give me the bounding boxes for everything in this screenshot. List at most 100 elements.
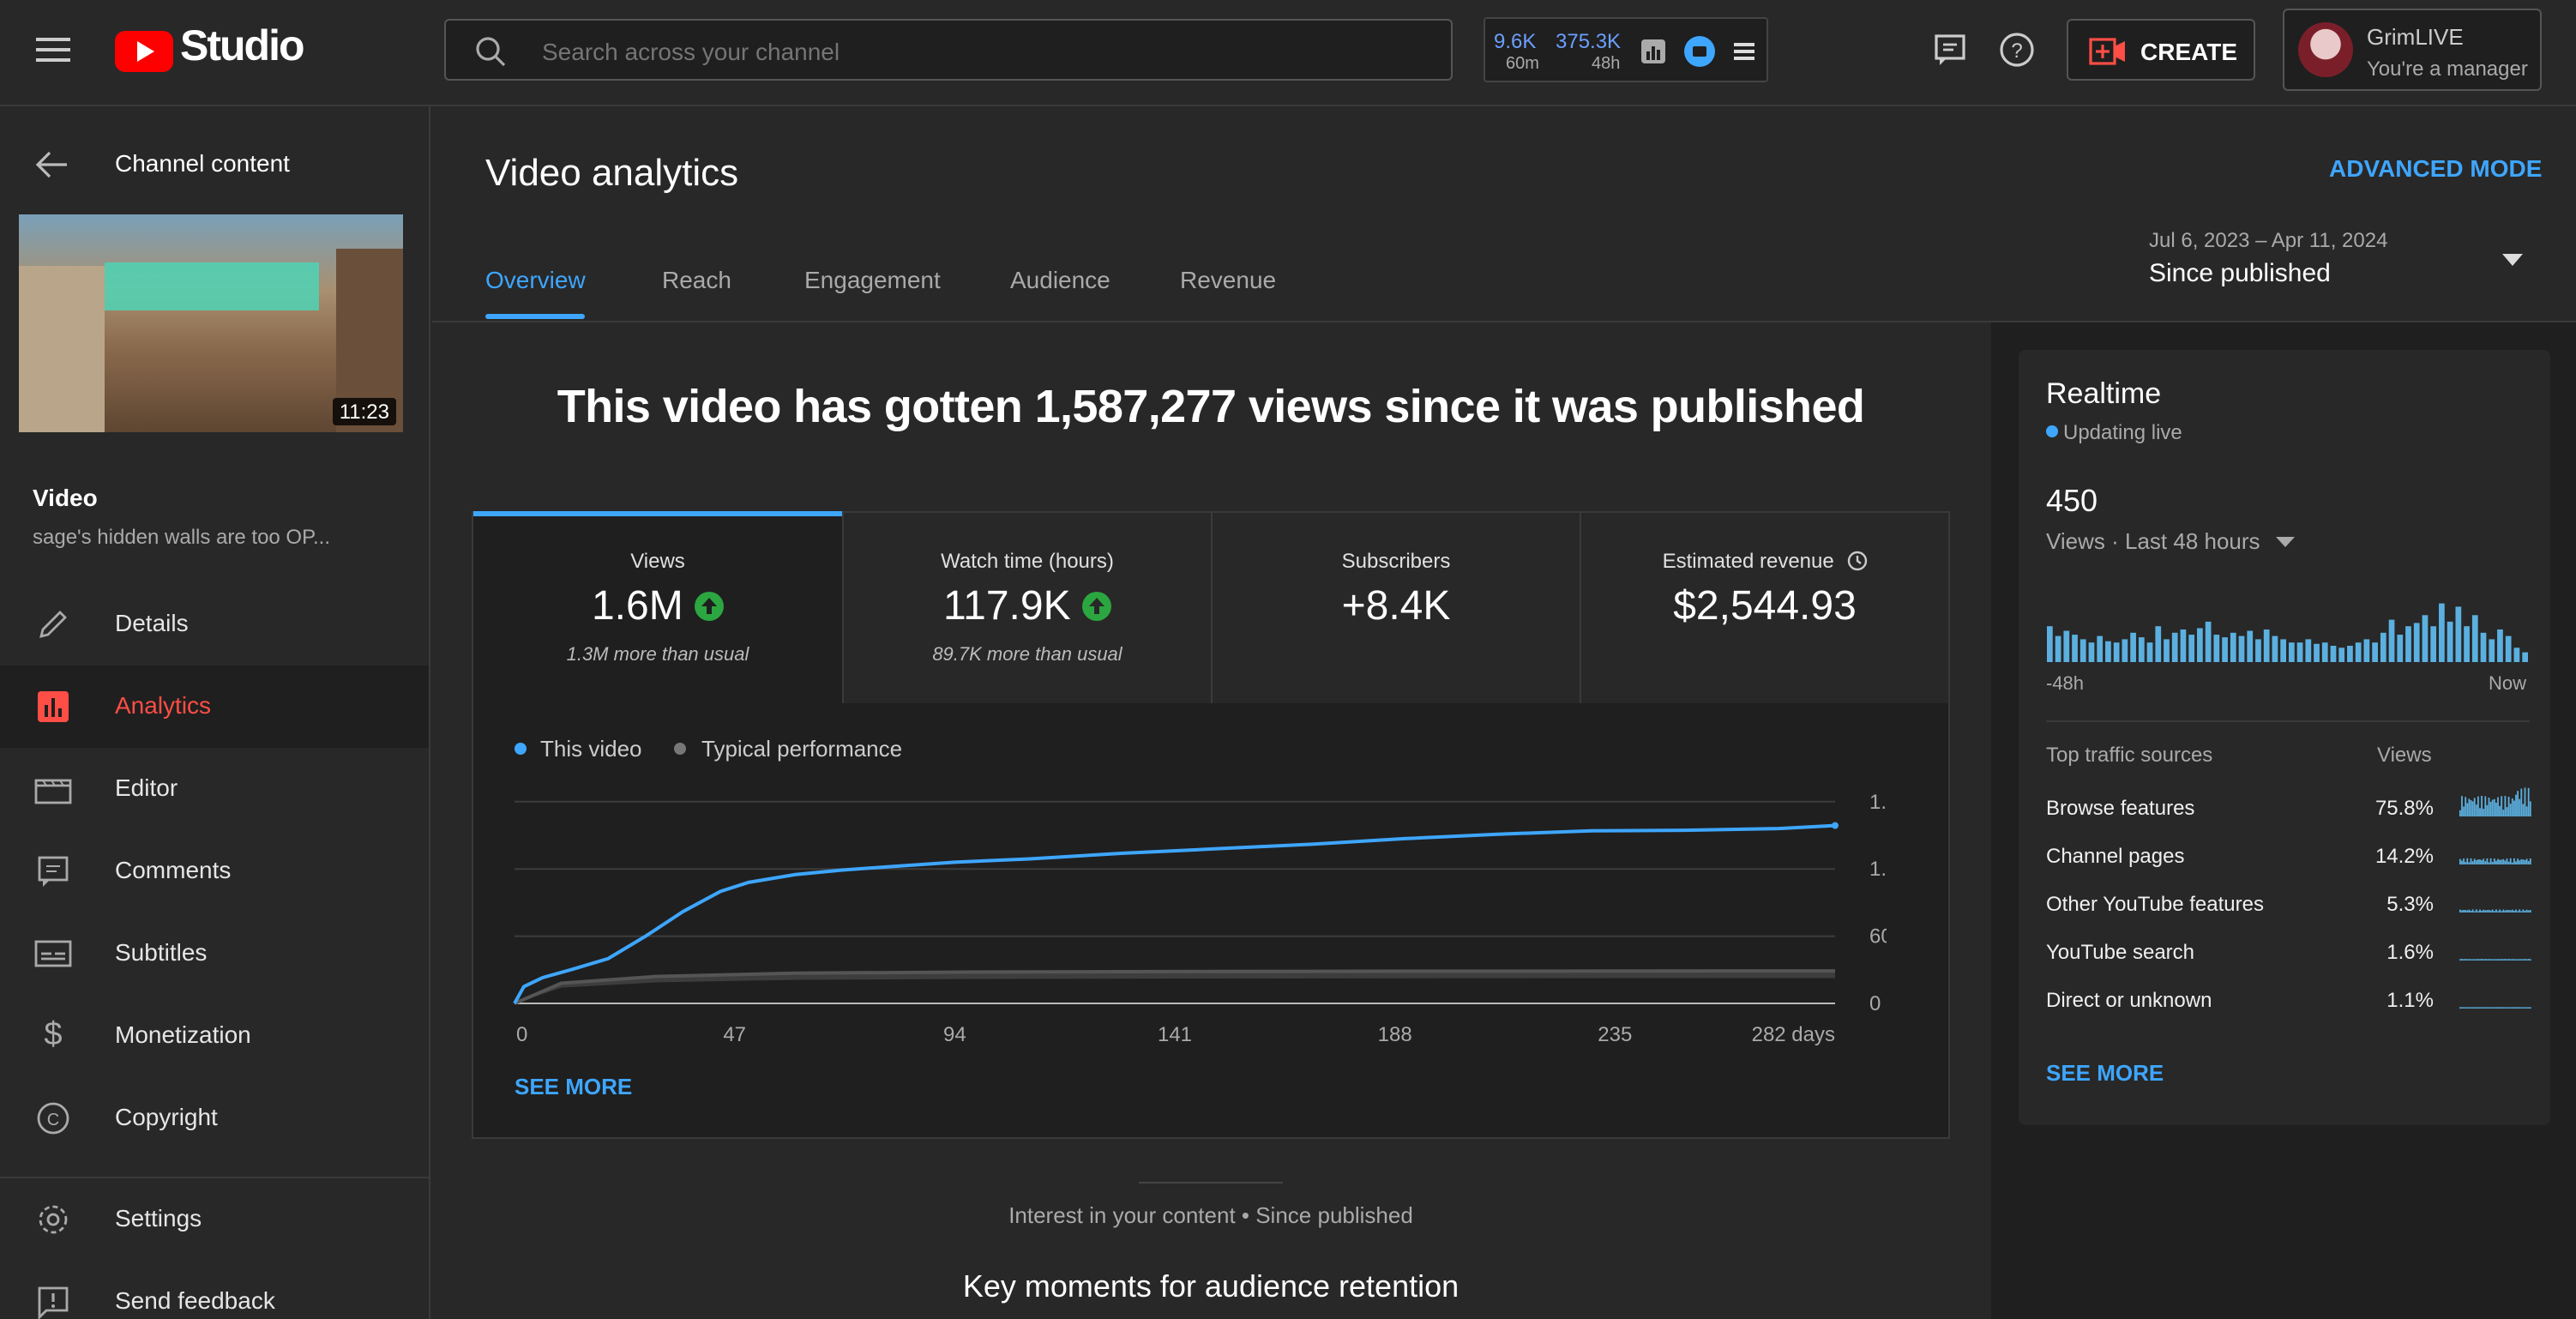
realtime-bar — [2489, 639, 2495, 662]
sparkline-bar — [2497, 911, 2499, 912]
sparkline-bar — [2484, 861, 2487, 864]
metric-views[interactable]: Views 1.6M 1.3M more than usual — [473, 511, 842, 703]
sparkline-bar — [2486, 1007, 2489, 1009]
bar-chart-icon[interactable] — [1640, 38, 1667, 65]
tab-engagement[interactable]: Engagement — [804, 266, 941, 293]
stat-48h-label: 48h — [1592, 55, 1621, 74]
sparkline-bar — [2459, 810, 2461, 816]
feedback-message-icon[interactable] — [1931, 31, 1969, 69]
nav-editor[interactable]: Editor — [0, 748, 429, 830]
sparkline-bar — [2501, 911, 2503, 912]
sparkline-bar — [2527, 787, 2530, 816]
metric-revenue-label: Estimated revenue — [1581, 549, 1948, 573]
realtime-bar — [2455, 606, 2462, 662]
realtime-bar — [2338, 647, 2345, 662]
sparkline-bar — [2497, 959, 2499, 961]
back-to-channel-content[interactable]: Channel content — [0, 137, 429, 192]
realtime-axis-end: Now — [2489, 674, 2527, 695]
tab-overview[interactable]: Overview — [485, 266, 586, 293]
tab-reach[interactable]: Reach — [662, 266, 731, 293]
sparkline-bar — [2479, 1007, 2481, 1009]
sparkline-bar — [2465, 797, 2467, 816]
see-more-chart[interactable]: SEE MORE — [515, 1074, 632, 1099]
search-box[interactable] — [444, 19, 1453, 81]
sparkline-bar — [2511, 798, 2513, 816]
tab-audience[interactable]: Audience — [1010, 266, 1110, 293]
realtime-bar — [2355, 642, 2362, 662]
realtime-status: Updating live — [2063, 420, 2182, 444]
realtime-bar — [2097, 635, 2104, 662]
chevron-down-icon — [2274, 535, 2295, 549]
sparkline-bar — [2506, 807, 2508, 816]
sparkline-bar — [2465, 910, 2467, 912]
nav-analytics[interactable]: Analytics — [0, 666, 429, 748]
sparkline-bar — [2461, 860, 2463, 864]
date-range-picker[interactable]: Jul 6, 2023 – Apr 11, 2024 Since publish… — [2144, 220, 2542, 298]
search-input[interactable] — [542, 34, 1399, 69]
sparkline-bar — [2507, 1007, 2510, 1009]
sparkline-bar — [2488, 862, 2490, 864]
nav-settings[interactable]: Settings — [0, 1178, 429, 1261]
nav-details[interactable]: Details — [0, 583, 429, 666]
x-tick-label: 94 — [943, 1023, 966, 1046]
video-thumbnail[interactable]: 11:23 — [19, 214, 403, 432]
sparkline-bar — [2473, 858, 2476, 864]
nav-subtitles[interactable]: Subtitles — [0, 912, 429, 995]
sparkline-bar — [2529, 1007, 2531, 1009]
sparkline-bar — [2509, 858, 2512, 864]
sparkline-bar — [2459, 959, 2461, 961]
menu-icon[interactable] — [34, 34, 72, 65]
advanced-mode-link[interactable]: ADVANCED MODE — [2329, 154, 2542, 182]
sparkline-bar — [2461, 1007, 2463, 1009]
realtime-bar — [2405, 626, 2411, 662]
date-range: Jul 6, 2023 – Apr 11, 2024 — [2149, 228, 2388, 252]
sparkline-bar — [2522, 804, 2525, 816]
nav-send-feedback[interactable]: Send feedback — [0, 1261, 429, 1319]
stats-widget[interactable]: 9.6K 60m 375.3K 48h — [1484, 17, 1768, 82]
sparkline-bar — [2470, 800, 2472, 816]
sparkline-bar — [2475, 959, 2477, 961]
sparkline-bar — [2527, 861, 2530, 864]
sparkline-bar — [2519, 798, 2521, 816]
realtime-bar — [2171, 632, 2178, 662]
sparkline-bar — [2511, 862, 2513, 864]
metric-revenue[interactable]: Estimated revenue $2,544.93 — [1580, 511, 1948, 703]
traffic-views-header: Views — [2377, 743, 2432, 767]
video-title: sage's hidden walls are too OP... — [33, 525, 331, 549]
sparkline-bar — [2481, 1007, 2483, 1009]
list-menu-icon[interactable] — [1732, 39, 1756, 63]
nav-comments[interactable]: Comments — [0, 830, 429, 912]
sparkline-bar — [2515, 794, 2517, 816]
sparkline-bar — [2515, 1007, 2517, 1009]
metric-watch-time[interactable]: Watch time (hours) 117.9K 89.7K more tha… — [842, 511, 1211, 703]
create-video-icon — [2089, 38, 2127, 65]
realtime-bar — [2146, 642, 2153, 662]
sparkline-bar — [2461, 959, 2463, 961]
realtime-bar — [2055, 635, 2061, 662]
extension-icon[interactable] — [1684, 36, 1715, 67]
chevron-down-icon — [2501, 250, 2525, 268]
y-tick-label: 600.0K — [1869, 925, 1887, 949]
realtime-range-dropdown[interactable]: Views · Last 48 hours — [2046, 527, 2320, 557]
sparkline-bar — [2468, 909, 2471, 912]
sparkline-bar — [2513, 959, 2515, 961]
metric-subscribers[interactable]: Subscribers +8.4K — [1211, 511, 1580, 703]
nav-copyright[interactable]: C Copyright — [0, 1077, 429, 1159]
realtime-bar-chart — [2047, 603, 2528, 662]
sparkline-bar — [2509, 1007, 2512, 1009]
metric-watch-time-label: Watch time (hours) — [941, 549, 1114, 573]
realtime-bar — [2447, 621, 2453, 662]
sparkline-bar — [2506, 1007, 2508, 1009]
see-more-realtime[interactable]: SEE MORE — [2046, 1060, 2164, 1086]
nav-monetization[interactable]: $ Monetization — [0, 995, 429, 1077]
sparkline-bar — [2471, 959, 2474, 961]
help-icon[interactable]: ? — [1998, 31, 2036, 69]
youtube-logo-icon[interactable] — [115, 31, 173, 72]
sparkline-bar — [2504, 1007, 2507, 1009]
sparkline-bar — [2471, 861, 2474, 864]
traffic-source-name: Browse features — [2046, 796, 2195, 820]
create-button[interactable]: CREATE — [2067, 19, 2255, 81]
stat-60m-value: 9.6K — [1494, 29, 1537, 53]
tab-revenue[interactable]: Revenue — [1180, 266, 1276, 293]
account-switcher[interactable]: GrimLIVE You're a manager — [2283, 9, 2542, 91]
